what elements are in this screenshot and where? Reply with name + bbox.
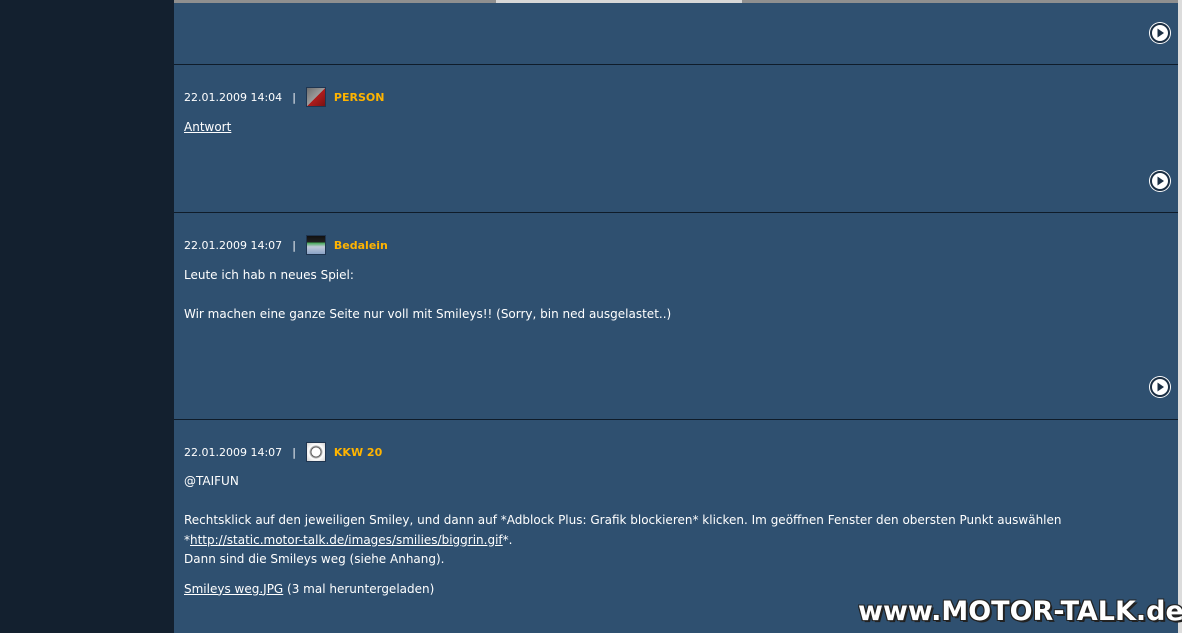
attachment-link[interactable]: Smileys weg.JPG <box>184 582 283 596</box>
post: 22.01.2009 14:07 | Bedalein Leute ich ha… <box>174 213 1178 420</box>
post-text: Rechtsklick auf den jeweiligen Smiley, u… <box>184 511 1154 550</box>
post-separator: | <box>292 445 296 459</box>
post <box>174 0 1178 65</box>
post-text: Dann sind die Smileys weg (siehe Anhang)… <box>184 552 445 566</box>
avatar[interactable] <box>305 235 326 255</box>
post-body: Leute ich hab n neues Spiel: Wir machen … <box>184 266 1154 325</box>
post-body: Antwort <box>184 118 1154 138</box>
post-header: 22.01.2009 14:07 | Bedalein <box>184 235 388 255</box>
post-text: Leute ich hab n neues Spiel: <box>184 268 354 282</box>
arrow-right-icon <box>1150 23 1170 43</box>
post-separator: | <box>292 238 296 252</box>
post-text: @TAIFUN <box>184 474 239 488</box>
next-post-button[interactable] <box>1149 22 1171 44</box>
reply-link[interactable]: Antwort <box>184 120 231 134</box>
post-text: Wir machen eine ganze Seite nur voll mit… <box>184 307 672 321</box>
next-post-button[interactable] <box>1149 170 1171 192</box>
post-text-span: *. <box>502 532 513 547</box>
thread-content: 22.01.2009 14:04 | PERSON Antwort 22.01.… <box>174 0 1182 633</box>
avatar[interactable] <box>305 87 326 107</box>
left-sidebar <box>0 0 174 633</box>
post-date: 22.01.2009 14:07 <box>184 445 283 459</box>
post-separator: | <box>292 90 296 104</box>
avatar[interactable] <box>305 442 326 462</box>
username[interactable]: Bedalein <box>334 239 388 252</box>
attachment-info: (3 mal heruntergeladen) <box>283 581 435 596</box>
post-body: @TAIFUN Rechtsklick auf den jeweiligen S… <box>184 472 1154 599</box>
post-date: 22.01.2009 14:04 <box>184 90 283 104</box>
post-header: 22.01.2009 14:04 | PERSON <box>184 87 384 107</box>
arrow-right-icon <box>1150 377 1170 397</box>
arrow-right-icon <box>1150 171 1170 191</box>
window-edge <box>1178 0 1182 633</box>
username[interactable]: KKW 20 <box>334 446 382 459</box>
post-header: 22.01.2009 14:07 | KKW 20 <box>184 442 382 462</box>
post: 22.01.2009 14:04 | PERSON Antwort <box>174 65 1178 213</box>
username[interactable]: PERSON <box>334 91 385 104</box>
smiley-url-link[interactable]: http://static.motor-talk.de/images/smili… <box>190 533 503 547</box>
next-post-button[interactable] <box>1149 376 1171 398</box>
post-date: 22.01.2009 14:07 <box>184 238 283 252</box>
site-watermark: www.MOTOR-TALK.de <box>858 596 1182 627</box>
